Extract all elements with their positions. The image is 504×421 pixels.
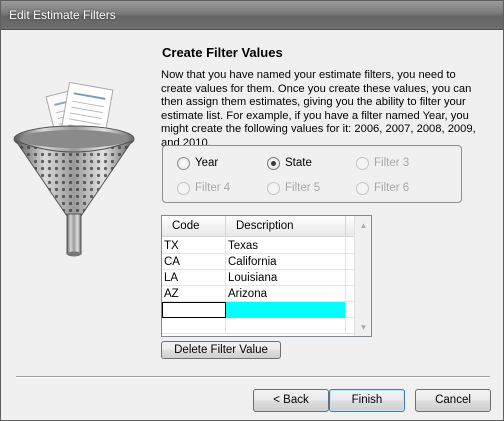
radio-button-icon: [267, 156, 280, 170]
description-cell[interactable]: Texas: [226, 238, 346, 254]
table-row[interactable]: CA California: [162, 254, 354, 270]
table-row[interactable]: AZ Arizona: [162, 286, 354, 302]
cancel-button[interactable]: Cancel: [415, 389, 491, 412]
radio-filter-4[interactable]: Filter 4: [177, 180, 230, 196]
code-cell[interactable]: CA: [162, 254, 226, 270]
radio-label: Filter 4: [195, 182, 231, 194]
description-cell[interactable]: Arizona: [226, 286, 346, 302]
table-row[interactable]: LA Louisiana: [162, 270, 354, 286]
description-cell[interactable]: Louisiana: [226, 270, 346, 286]
funnel-icon: [13, 81, 135, 257]
intro-text: Now that you have named your estimate fi…: [161, 69, 476, 149]
radio-button-icon: [356, 156, 369, 170]
radio-label: Filter 3: [374, 157, 410, 169]
radio-button-icon: [356, 181, 369, 195]
edit-estimate-filters-dialog: Edit Estimate Filters Create Filter Valu…: [0, 0, 504, 421]
radio-label: Filter 6: [374, 182, 410, 194]
new-description-input[interactable]: [226, 302, 346, 318]
footer-divider: [16, 376, 490, 378]
window-title: Edit Estimate Filters: [9, 8, 116, 22]
grid-header: Code Description: [162, 216, 354, 237]
empty-cell: [226, 318, 346, 334]
radio-button-icon: [177, 181, 190, 195]
code-cell[interactable]: TX: [162, 238, 226, 254]
description-cell[interactable]: California: [226, 254, 346, 270]
column-header-code[interactable]: Code: [162, 216, 226, 237]
new-code-input[interactable]: [162, 302, 226, 318]
code-cell[interactable]: AZ: [162, 286, 226, 302]
radio-filter-6[interactable]: Filter 6: [356, 180, 409, 196]
radio-button-icon: [177, 156, 190, 170]
new-row[interactable]: [162, 302, 354, 318]
filter-values-grid[interactable]: Code Description TX Texas CA California …: [161, 215, 372, 337]
radio-filter-5[interactable]: Filter 5: [267, 180, 320, 196]
radio-filter-year[interactable]: Year: [177, 155, 218, 171]
finish-button[interactable]: Finish: [329, 389, 405, 412]
code-cell[interactable]: LA: [162, 270, 226, 286]
column-header-description[interactable]: Description: [226, 216, 346, 237]
filter-selector-group: Year State Filter 3 Filter 4 Filter 5 Fi…: [162, 145, 462, 203]
wizard-content: Create Filter Values Now that you have n…: [2, 31, 502, 420]
scroll-down-arrow-icon[interactable]: ▼: [355, 319, 371, 336]
radio-button-icon: [267, 181, 280, 195]
delete-filter-value-button[interactable]: Delete Filter Value: [161, 341, 281, 359]
back-button[interactable]: < Back: [253, 389, 329, 412]
title-bar[interactable]: Edit Estimate Filters: [1, 1, 503, 30]
empty-cell: [162, 318, 226, 334]
scroll-up-arrow-icon[interactable]: ▲: [355, 217, 371, 234]
radio-label: Filter 5: [285, 182, 321, 194]
empty-row: [162, 318, 354, 334]
radio-filter-3[interactable]: Filter 3: [356, 155, 409, 171]
table-row[interactable]: TX Texas: [162, 238, 354, 254]
radio-filter-state[interactable]: State: [267, 155, 312, 171]
page-heading: Create Filter Values: [162, 45, 283, 60]
radio-label: State: [285, 157, 312, 169]
grid-vertical-scrollbar[interactable]: ▲ ▼: [354, 216, 371, 336]
radio-label: Year: [195, 157, 219, 169]
